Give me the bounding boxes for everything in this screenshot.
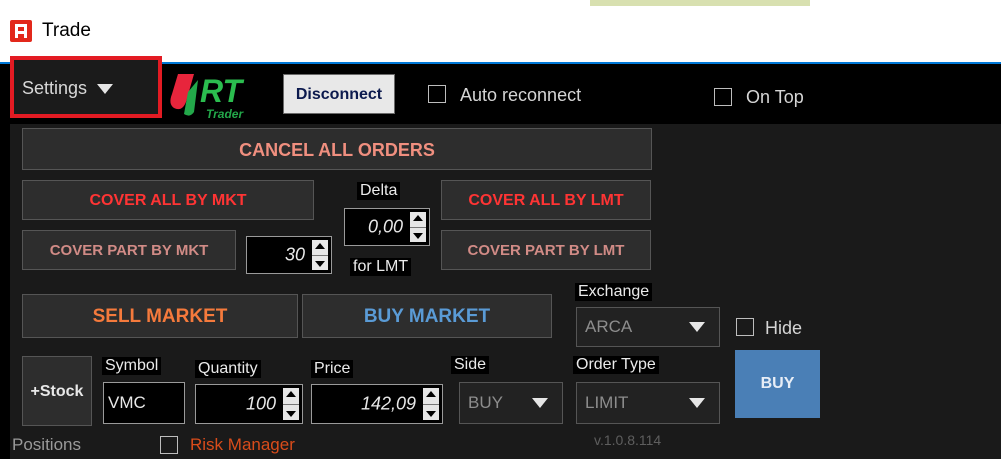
stepper-arrows-icon[interactable] xyxy=(410,212,426,242)
window-title: Trade xyxy=(42,20,91,41)
title-bar xyxy=(0,0,1001,64)
disconnect-button[interactable]: Disconnect xyxy=(283,74,395,114)
side-label: Side xyxy=(451,356,490,374)
price-stepper[interactable]: 142,09 xyxy=(311,384,443,424)
buy-market-button[interactable]: BUY MARKET xyxy=(302,294,552,338)
price-label: Price xyxy=(311,360,354,378)
cover-all-by-lmt-button[interactable]: COVER ALL BY LMT xyxy=(441,180,651,220)
add-stock-button[interactable]: +Stock xyxy=(22,356,92,426)
buy-submit-button[interactable]: BUY xyxy=(735,350,820,418)
exchange-value: ARCA xyxy=(585,317,633,336)
risk-manager-label: Risk Manager xyxy=(190,435,295,454)
symbol-label: Symbol xyxy=(102,357,162,375)
for-lmt-label: for LMT xyxy=(350,258,412,276)
price-value: 142,09 xyxy=(360,393,416,414)
order-type-select[interactable]: LIMIT xyxy=(576,382,720,424)
chevron-down-icon xyxy=(689,398,705,408)
quantity-label: Quantity xyxy=(195,360,261,378)
auto-reconnect-checkbox[interactable] xyxy=(428,85,446,103)
exchange-label: Exchange xyxy=(575,283,653,301)
logo-text: RT xyxy=(200,73,245,109)
hide-checkbox[interactable] xyxy=(736,318,754,336)
on-top-label: On Top xyxy=(746,87,804,107)
exchange-select[interactable]: ARCA xyxy=(576,307,720,347)
chevron-down-icon xyxy=(97,84,114,95)
side-value: BUY xyxy=(468,393,503,412)
symbol-input[interactable]: VMC xyxy=(103,382,185,424)
order-type-value: LIMIT xyxy=(585,393,629,412)
settings-menu-button[interactable]: Settings xyxy=(10,56,162,118)
logo-subtext: Trader xyxy=(206,107,244,121)
positions-label[interactable]: Positions xyxy=(12,435,81,455)
rt-trader-logo: RT Trader xyxy=(170,73,245,121)
cancel-all-orders-button[interactable]: CANCEL ALL ORDERS xyxy=(22,128,652,170)
risk-manager-checkbox[interactable] xyxy=(160,436,178,454)
side-select[interactable]: BUY xyxy=(459,382,563,424)
delta-stepper[interactable]: 0,00 xyxy=(344,208,430,246)
delta-value: 0,00 xyxy=(367,216,403,237)
hide-label: Hide xyxy=(765,318,803,338)
auto-reconnect-label: Auto reconnect xyxy=(460,85,582,105)
chevron-down-icon xyxy=(689,322,705,332)
stepper-arrows-icon[interactable] xyxy=(423,388,439,420)
order-type-label: Order Type xyxy=(573,356,659,374)
cover-part-quantity-value: 30 xyxy=(284,244,305,265)
quantity-value: 100 xyxy=(245,393,276,414)
cover-all-by-mkt-button[interactable]: COVER ALL BY MKT xyxy=(22,180,314,220)
version-label: v.1.0.8.114 xyxy=(594,432,662,448)
cover-part-quantity-stepper[interactable]: 30 xyxy=(246,236,332,274)
stepper-arrows-icon[interactable] xyxy=(283,388,299,420)
settings-label: Settings xyxy=(22,78,88,98)
title-bar-accent xyxy=(590,0,810,6)
chevron-down-icon xyxy=(532,398,548,408)
cover-part-by-lmt-button[interactable]: COVER PART BY LMT xyxy=(441,230,651,270)
stepper-arrows-icon[interactable] xyxy=(312,240,328,270)
quantity-stepper[interactable]: 100 xyxy=(195,384,303,424)
delta-label: Delta xyxy=(357,182,401,200)
on-top-checkbox[interactable] xyxy=(714,88,732,106)
sell-market-button[interactable]: SELL MARKET xyxy=(22,294,298,338)
cover-part-by-mkt-button[interactable]: COVER PART BY MKT xyxy=(22,230,236,270)
app-icon xyxy=(10,20,32,42)
